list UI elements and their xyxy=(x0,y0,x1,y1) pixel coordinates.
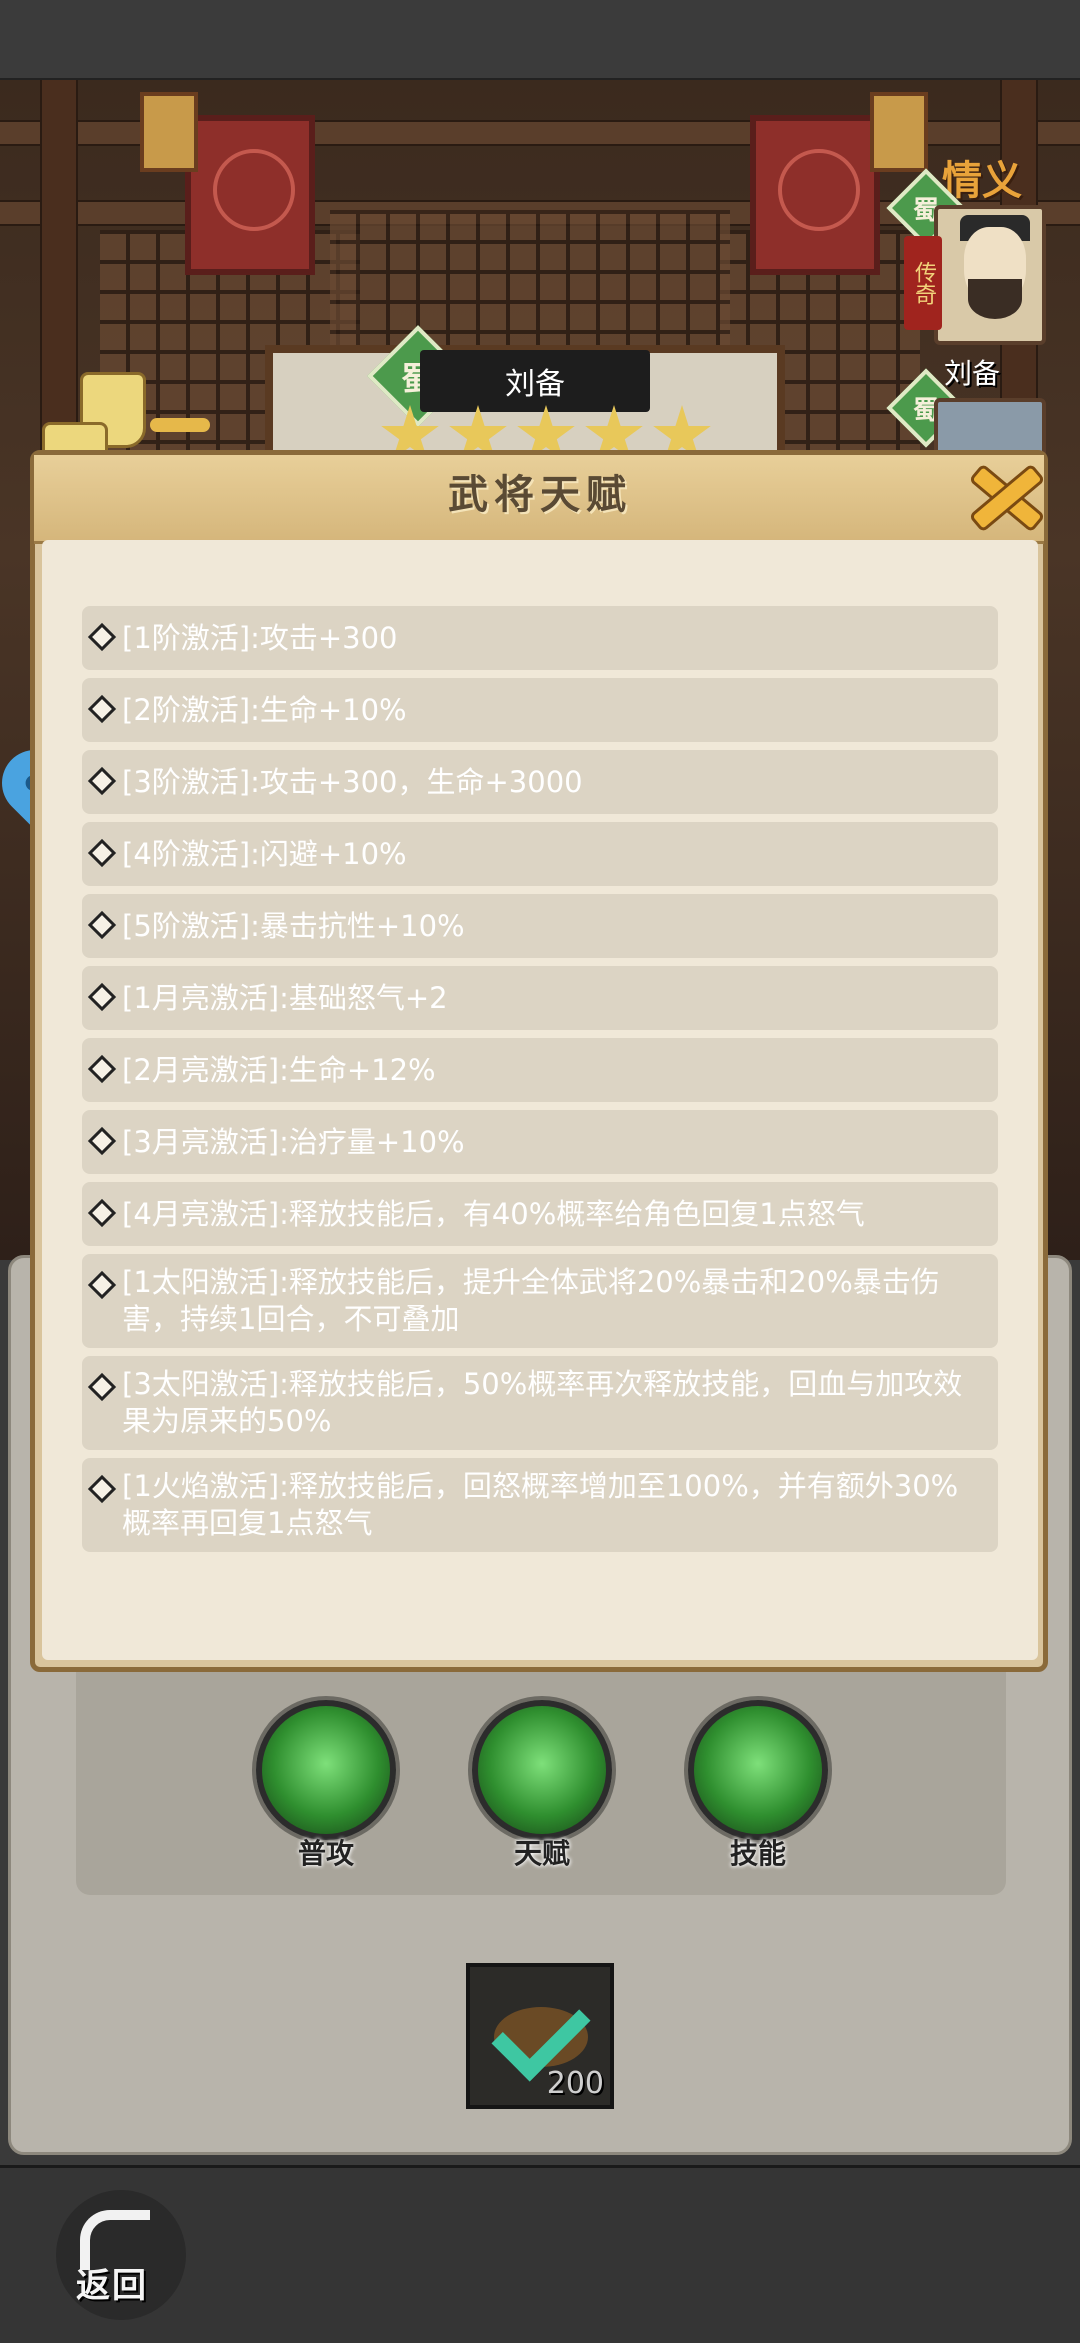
diamond-bullet-icon xyxy=(87,1126,117,1156)
talent-row: [2阶激活]:生命+10% xyxy=(82,678,998,742)
talent-text: [1阶激活]:攻击+300 xyxy=(122,620,398,655)
talent-row: [3阶激活]:攻击+300，生命+3000 xyxy=(82,750,998,814)
skill-label-talent: 天赋 xyxy=(513,1837,570,1870)
talent-row: [5阶激活]:暴击抗性+10% xyxy=(82,894,998,958)
diamond-bullet-icon xyxy=(87,910,117,940)
talent-text: [1太阳激活]:释放技能后，提升全体武将20%暴击和20%暴击伤害，持续1回合，… xyxy=(122,1265,940,1336)
talent-text: [3太阳激活]:释放技能后，50%概率再次释放技能，回血与加攻效果为原来的50% xyxy=(122,1367,963,1438)
talent-text: [3阶激活]:攻击+300，生命+3000 xyxy=(122,764,583,799)
skill-icon[interactable] xyxy=(688,1700,828,1840)
talent-row: [1月亮激活]:基础怒气+2 xyxy=(82,966,998,1030)
diamond-bullet-icon xyxy=(87,1054,117,1084)
lantern xyxy=(870,92,928,172)
talent-text: [5阶激活]:暴击抗性+10% xyxy=(122,908,465,943)
diamond-bullet-icon xyxy=(87,982,117,1012)
talent-text: [2阶激活]:生命+10% xyxy=(122,692,407,727)
legend-tag: 传奇 xyxy=(904,236,942,330)
talent-row: [4阶激活]:闪避+10% xyxy=(82,822,998,886)
talent-text: [1月亮激活]:基础怒气+2 xyxy=(122,980,448,1015)
bond-portrait-name: 刘备 xyxy=(944,357,1001,390)
diamond-bullet-icon xyxy=(87,766,117,796)
talent-row: [4月亮激活]:释放技能后，有40%概率给角色回复1点怒气 xyxy=(82,1182,998,1246)
talent-row: [1阶激活]:攻击+300 xyxy=(82,606,998,670)
hero-name: 刘备 xyxy=(420,350,650,412)
talent-text: [3月亮激活]:治疗量+10% xyxy=(122,1124,465,1159)
talent-text: [4阶激活]:闪避+10% xyxy=(122,836,407,871)
diamond-bullet-icon xyxy=(87,1270,117,1300)
skill-label-skill: 技能 xyxy=(729,1837,786,1870)
arrow-icon xyxy=(150,418,210,432)
talent-text: [2月亮激活]:生命+12% xyxy=(122,1052,436,1087)
diamond-bullet-icon xyxy=(87,1372,117,1402)
skill-label-normal-attack: 普攻 xyxy=(297,1837,354,1870)
red-banner xyxy=(185,115,315,275)
red-banner xyxy=(750,115,880,275)
bond-portrait[interactable] xyxy=(934,205,1046,345)
talent-text: [4月亮激活]:释放技能后，有40%概率给角色回复1点怒气 xyxy=(122,1196,865,1231)
item-count: 200 xyxy=(546,2066,604,2101)
talent-icon[interactable] xyxy=(472,1700,612,1840)
talent-row: [3月亮激活]:治疗量+10% xyxy=(82,1110,998,1174)
talent-row: [3太阳激活]:释放技能后，50%概率再次释放技能，回血与加攻效果为原来的50% xyxy=(82,1356,998,1450)
modal-title: 武将天赋 xyxy=(448,472,632,518)
lantern xyxy=(140,92,198,172)
talent-row: [2月亮激活]:生命+12% xyxy=(82,1038,998,1102)
normal-attack-icon[interactable] xyxy=(256,1700,396,1840)
diamond-bullet-icon xyxy=(87,694,117,724)
top-status-bar xyxy=(0,0,1080,80)
talent-row: [1太阳激活]:释放技能后，提升全体武将20%暴击和20%暴击伤害，持续1回合，… xyxy=(82,1254,998,1348)
talent-text: [1火焰激活]:释放技能后，回怒概率增加至100%，并有额外30%概率再回复1点… xyxy=(122,1469,959,1540)
talent-list: [1阶激活]:攻击+300 [2阶激活]:生命+10% [3阶激活]:攻击+30… xyxy=(82,606,998,1560)
diamond-bullet-icon xyxy=(87,1198,117,1228)
item-slot[interactable]: 200 xyxy=(466,1963,614,2109)
diamond-bullet-icon xyxy=(87,622,117,652)
back-label: 返回 xyxy=(76,2266,148,2306)
diamond-bullet-icon xyxy=(87,1474,117,1504)
talent-row: [1火焰激活]:释放技能后，回怒概率增加至100%，并有额外30%概率再回复1点… xyxy=(82,1458,998,1552)
diamond-bullet-icon xyxy=(87,838,117,868)
portrait-beard xyxy=(968,279,1022,319)
close-icon[interactable] xyxy=(958,455,1048,535)
